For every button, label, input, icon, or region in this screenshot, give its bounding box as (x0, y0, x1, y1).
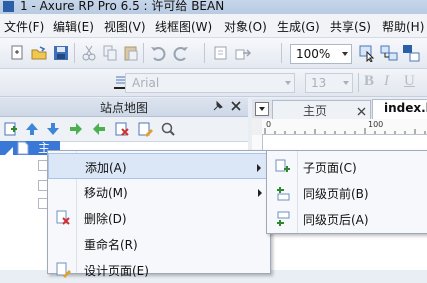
menu-item-rename[interactable]: 重命名(R) (48, 231, 270, 257)
toolbar-separator (204, 43, 205, 63)
save-icon[interactable] (52, 44, 70, 62)
app-icon (3, 1, 14, 12)
tab-menu-dropdown[interactable] (255, 102, 269, 116)
zoom-select[interactable]: 100% (290, 44, 352, 64)
chevron-down-icon (285, 81, 291, 85)
menu-bar: 文件(F) 编辑(E) 视图(V) 线框图(W) 对象(O) 生成(G) 共享(… (0, 14, 427, 38)
add-submenu: 子页面(C) 同级页前(B) 同级页后(A) (266, 150, 427, 234)
submenu-arrow-icon (258, 189, 262, 197)
cut-icon[interactable] (80, 44, 98, 62)
menu-item-add-label: 添加(A) (85, 161, 127, 175)
submenu-item-child-page[interactable]: 子页面(C) (267, 154, 427, 180)
submenu-item-child-page-label: 子页面(C) (303, 161, 357, 175)
font-family-select[interactable]: Arial (125, 73, 295, 93)
font-size-select[interactable]: 13 (305, 73, 353, 93)
bold-button[interactable]: B (364, 73, 374, 90)
toolbar-separator (143, 43, 144, 63)
delete-page-icon (56, 210, 72, 226)
pointer-mode-icon[interactable] (358, 44, 376, 63)
submenu-arrow-icon (257, 164, 261, 172)
context-menu: 添加(A) 移动(M) 删除(D) 重命名(R) 设计页面(E) (47, 150, 271, 278)
close-icon[interactable] (357, 105, 366, 119)
menu-item-design-page[interactable]: 设计页面(E) (48, 257, 270, 283)
delete-page-icon[interactable] (114, 121, 130, 140)
search-icon[interactable] (160, 121, 176, 140)
menu-item-move-label: 移动(M) (84, 186, 128, 200)
menu-item-design-page-label: 设计页面(E) (84, 264, 149, 278)
tab-home[interactable]: 主页 (272, 100, 371, 119)
copy-icon[interactable] (101, 44, 119, 62)
edit-page-icon[interactable] (137, 121, 153, 140)
toolbar-separator (358, 73, 359, 92)
menu-generate[interactable]: 生成(G) (277, 18, 320, 35)
sibling-before-icon (275, 185, 291, 201)
tab-index-label: index.ht (384, 101, 427, 115)
toolbar-separator (281, 43, 282, 63)
menu-share[interactable]: 共享(S) (330, 18, 371, 35)
connector-mode-icon[interactable] (380, 44, 398, 62)
menu-item-move[interactable]: 移动(M) (48, 179, 270, 205)
paste-icon[interactable] (122, 44, 140, 62)
menu-item-delete-label: 删除(D) (84, 212, 127, 226)
page-tabs: 主页 index.ht (252, 99, 427, 119)
chevron-down-icon (343, 81, 349, 85)
ruler-ticks (264, 128, 426, 134)
undo-icon[interactable] (149, 44, 167, 62)
format-toolbar: Arial 13 B I U (0, 69, 427, 97)
child-page-icon (275, 159, 291, 175)
outdent-icon[interactable] (91, 121, 107, 140)
italic-button[interactable]: I (384, 73, 389, 90)
menu-item-delete[interactable]: 删除(D) (48, 205, 270, 231)
font-family-value: Arial (132, 76, 160, 90)
menu-item-rename-label: 重命名(R) (84, 238, 138, 252)
submenu-item-sibling-after[interactable]: 同级页后(A) (267, 206, 427, 232)
menu-view[interactable]: 视图(V) (104, 18, 146, 35)
page-arrange-icon[interactable] (212, 44, 230, 62)
chevron-down-icon (342, 52, 348, 56)
menu-item-add[interactable]: 添加(A) (48, 153, 270, 179)
underline-button[interactable]: U (404, 73, 415, 90)
submenu-item-sibling-before-label: 同级页前(B) (303, 187, 369, 201)
ruler-corner (252, 119, 262, 136)
expand-arrow-icon[interactable] (5, 144, 13, 158)
open-folder-icon[interactable] (30, 44, 48, 62)
horizontal-ruler: 0 100 (262, 119, 427, 135)
design-page-icon (56, 262, 72, 278)
redo-icon[interactable] (172, 44, 190, 62)
toolbar-separator (74, 43, 75, 63)
submenu-item-sibling-before[interactable]: 同级页前(B) (267, 180, 427, 206)
publish-icon[interactable] (234, 44, 252, 62)
font-size-value: 13 (311, 76, 327, 90)
page-icon (17, 141, 29, 158)
new-file-icon[interactable] (8, 44, 26, 62)
indent-icon[interactable] (68, 121, 84, 140)
add-page-icon[interactable] (3, 121, 19, 140)
zoom-value: 100% (296, 47, 331, 61)
sibling-after-icon (275, 211, 291, 227)
menu-edit[interactable]: 编辑(E) (53, 18, 94, 35)
pin-icon[interactable] (212, 100, 224, 115)
sitemap-panel-header: 站点地图 (0, 98, 248, 117)
main-toolbar: 100% (0, 38, 427, 69)
menu-help[interactable]: 帮助(H) (382, 18, 424, 35)
move-down-icon[interactable] (45, 121, 61, 140)
tab-index[interactable]: index.ht (372, 99, 427, 119)
move-up-icon[interactable] (24, 121, 40, 140)
close-icon[interactable] (230, 100, 242, 115)
submenu-item-sibling-after-label: 同级页后(A) (303, 213, 369, 227)
menu-file[interactable]: 文件(F) (4, 18, 44, 35)
menu-wireframe[interactable]: 线框图(W) (155, 18, 212, 35)
tab-home-label: 主页 (303, 104, 328, 118)
title-bar: 1 - Axure RP Pro 6.5 : 许可给 BEAN (0, 0, 427, 14)
flow-connector-icon[interactable] (402, 44, 420, 62)
window-title: 1 - Axure RP Pro 6.5 : 许可给 BEAN (20, 0, 225, 13)
menu-object[interactable]: 对象(O) (224, 18, 267, 35)
sitemap-title: 站点地图 (100, 101, 149, 115)
